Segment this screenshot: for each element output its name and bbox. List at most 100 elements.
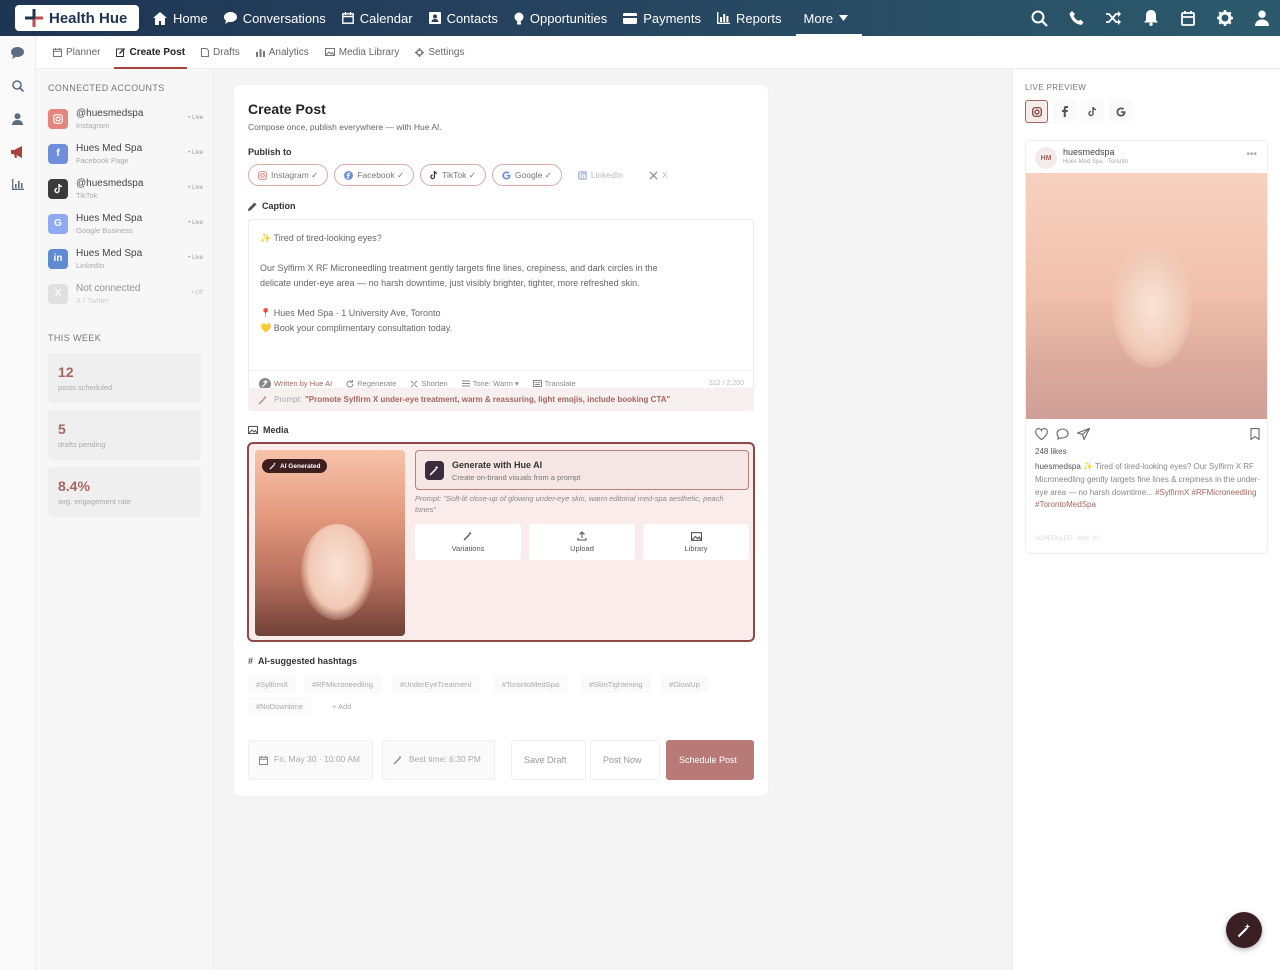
caption-prompt[interactable]: Prompt: "Promote Sylfirm X under-eye trea… bbox=[248, 388, 754, 411]
compress-icon bbox=[411, 380, 418, 387]
reports-icon bbox=[717, 12, 731, 24]
generated-image[interactable]: AI Generated bbox=[255, 450, 405, 636]
hashtag-chip[interactable]: #NoDowntime bbox=[248, 697, 312, 715]
best-time-suggestion[interactable]: Best time: 6:30 PM bbox=[382, 740, 495, 780]
main-nav: Home Conversations Calendar Contacts Opp… bbox=[145, 0, 863, 36]
rail-megaphone-icon[interactable] bbox=[0, 135, 35, 168]
nav-conversations[interactable]: Conversations bbox=[216, 0, 334, 36]
account-item[interactable]: in Hues Med Spa LinkedIn • Live bbox=[48, 241, 203, 276]
magic-wand-icon bbox=[1237, 923, 1250, 937]
calendar-top-icon[interactable] bbox=[1169, 0, 1206, 36]
search-icon[interactable] bbox=[1021, 0, 1058, 36]
shorten-button[interactable]: Shorten bbox=[410, 379, 448, 388]
regenerate-button[interactable]: Regenerate bbox=[346, 379, 396, 388]
top-actions bbox=[1021, 0, 1280, 36]
hashtag-chip[interactable]: #RFMicroneedling bbox=[304, 675, 381, 693]
nav-reports[interactable]: Reports bbox=[709, 0, 790, 36]
document-icon bbox=[201, 47, 210, 57]
rail-chart-icon[interactable] bbox=[0, 168, 35, 201]
left-rail bbox=[0, 36, 36, 970]
shuffle-icon[interactable] bbox=[1095, 0, 1132, 36]
phone-icon[interactable] bbox=[1058, 0, 1095, 36]
preview-tab-google[interactable] bbox=[1109, 100, 1132, 123]
gear-icon[interactable] bbox=[1206, 0, 1243, 36]
status-badge: • Live bbox=[188, 255, 203, 261]
account-item[interactable]: X Not connected X / Twitter • Off bbox=[48, 276, 203, 311]
tone-select[interactable]: Tone: Warm ▾ bbox=[461, 379, 519, 388]
tab-analytics[interactable]: Analytics bbox=[255, 36, 309, 69]
instagram-icon bbox=[258, 170, 267, 180]
channel-chip-linkedin[interactable]: LinkedIn bbox=[568, 164, 633, 186]
tab-planner[interactable]: Planner bbox=[53, 36, 100, 69]
image-icon bbox=[324, 48, 335, 56]
tiktok-icon bbox=[430, 170, 438, 179]
preview-tab-facebook[interactable] bbox=[1053, 100, 1076, 123]
ai-assistant-button[interactable] bbox=[1226, 912, 1262, 948]
rail-user-icon[interactable] bbox=[0, 102, 35, 135]
rail-chat-icon[interactable] bbox=[0, 36, 35, 69]
user-icon[interactable] bbox=[1243, 0, 1280, 36]
hashtag-chip[interactable]: #UnderEyeTreatment bbox=[392, 675, 480, 693]
channel-chip-google[interactable]: Google ✓ bbox=[491, 164, 562, 186]
hashtag-chip[interactable]: #TorontoMedSpa bbox=[494, 675, 568, 693]
schedule-post-button[interactable]: Schedule Post bbox=[666, 740, 754, 780]
preview-tab-tiktok[interactable] bbox=[1081, 100, 1104, 123]
library-button[interactable]: Library bbox=[643, 524, 749, 560]
sliders-icon bbox=[461, 380, 470, 387]
channel-chip-facebook[interactable]: Facebook ✓ bbox=[334, 164, 415, 186]
app-logo[interactable]: Health Hue bbox=[15, 5, 139, 31]
nav-more[interactable]: More bbox=[795, 0, 863, 36]
account-item[interactable]: f Hues Med Spa Facebook Page • Live bbox=[48, 136, 203, 171]
hashtag-chip[interactable]: #SkinTightening bbox=[581, 675, 651, 693]
save-draft-button[interactable]: Save Draft bbox=[511, 740, 586, 780]
image-subject bbox=[1112, 243, 1192, 368]
preview-timestamp: SCHEDULED · MAY 30 bbox=[1035, 536, 1099, 542]
contacts-icon bbox=[428, 12, 441, 24]
linkedin-icon bbox=[577, 170, 587, 180]
sub-nav: Planner Create Post Drafts Analytics Med… bbox=[36, 36, 1280, 69]
generate-ai-button[interactable]: Generate with Hue AI Create on-brand vis… bbox=[415, 450, 749, 490]
preview-platform-tabs bbox=[1025, 100, 1137, 123]
calendar-icon bbox=[341, 12, 354, 24]
translate-button[interactable]: Translate bbox=[532, 379, 576, 388]
upload-button[interactable]: Upload bbox=[529, 524, 635, 560]
channel-chip-tiktok[interactable]: TikTok ✓ bbox=[420, 164, 486, 186]
add-hashtag-button[interactable]: + Add bbox=[324, 697, 359, 715]
preview-caption: huesmedspa ✨ Tired of tired-looking eyes… bbox=[1035, 462, 1261, 510]
nav-calendar[interactable]: Calendar bbox=[334, 0, 421, 36]
caption-editor[interactable]: ✨ Tired of tired-looking eyes? Our Sylfi… bbox=[248, 219, 754, 397]
hashtag-chip[interactable]: #SylfirmX bbox=[248, 675, 297, 693]
preview-image bbox=[1026, 173, 1267, 419]
nav-payments[interactable]: Payments bbox=[615, 0, 709, 36]
account-item[interactable]: G Hues Med Spa Google Business • Live bbox=[48, 206, 203, 241]
rail-search-icon[interactable] bbox=[0, 69, 35, 102]
tab-drafts[interactable]: Drafts bbox=[201, 36, 240, 69]
logo-mark-icon bbox=[25, 9, 43, 27]
date-picker[interactable]: Fri, May 30 · 10:00 AM bbox=[248, 740, 373, 780]
preview-actions bbox=[1035, 428, 1260, 440]
bar-chart-icon bbox=[255, 48, 265, 57]
calendar-icon bbox=[53, 47, 62, 57]
magic-wand-icon bbox=[425, 461, 444, 480]
tab-media-library[interactable]: Media Library bbox=[324, 36, 399, 69]
tab-create-post[interactable]: Create Post bbox=[114, 36, 187, 69]
google-icon: G bbox=[48, 213, 68, 234]
tab-settings[interactable]: Settings bbox=[415, 36, 464, 69]
nav-opportunities[interactable]: Opportunities bbox=[506, 0, 615, 36]
variations-button[interactable]: Variations bbox=[415, 524, 521, 560]
account-item[interactable]: @huesmedspa Instagram • Live bbox=[48, 101, 203, 136]
week-title: THIS WEEK bbox=[48, 333, 102, 343]
accounts-title: CONNECTED ACCOUNTS bbox=[48, 83, 165, 93]
nav-home[interactable]: Home bbox=[145, 0, 216, 36]
more-options-icon[interactable]: ••• bbox=[1246, 149, 1257, 160]
preview-tab-instagram[interactable] bbox=[1025, 100, 1048, 123]
channel-chip-x[interactable]: X bbox=[639, 164, 678, 186]
account-item[interactable]: @huesmedspa TikTok • Live bbox=[48, 171, 203, 206]
hashtag-chip[interactable]: #GlowUp bbox=[661, 675, 708, 693]
hash-icon: # bbox=[248, 656, 254, 666]
channel-chip-instagram[interactable]: Instagram ✓ bbox=[248, 164, 329, 186]
nav-contacts[interactable]: Contacts bbox=[421, 0, 506, 36]
bell-icon[interactable] bbox=[1132, 0, 1169, 36]
caption-text[interactable]: ✨ Tired of tired-looking eyes? Our Sylfi… bbox=[249, 220, 753, 347]
post-now-button[interactable]: Post Now bbox=[590, 740, 660, 780]
